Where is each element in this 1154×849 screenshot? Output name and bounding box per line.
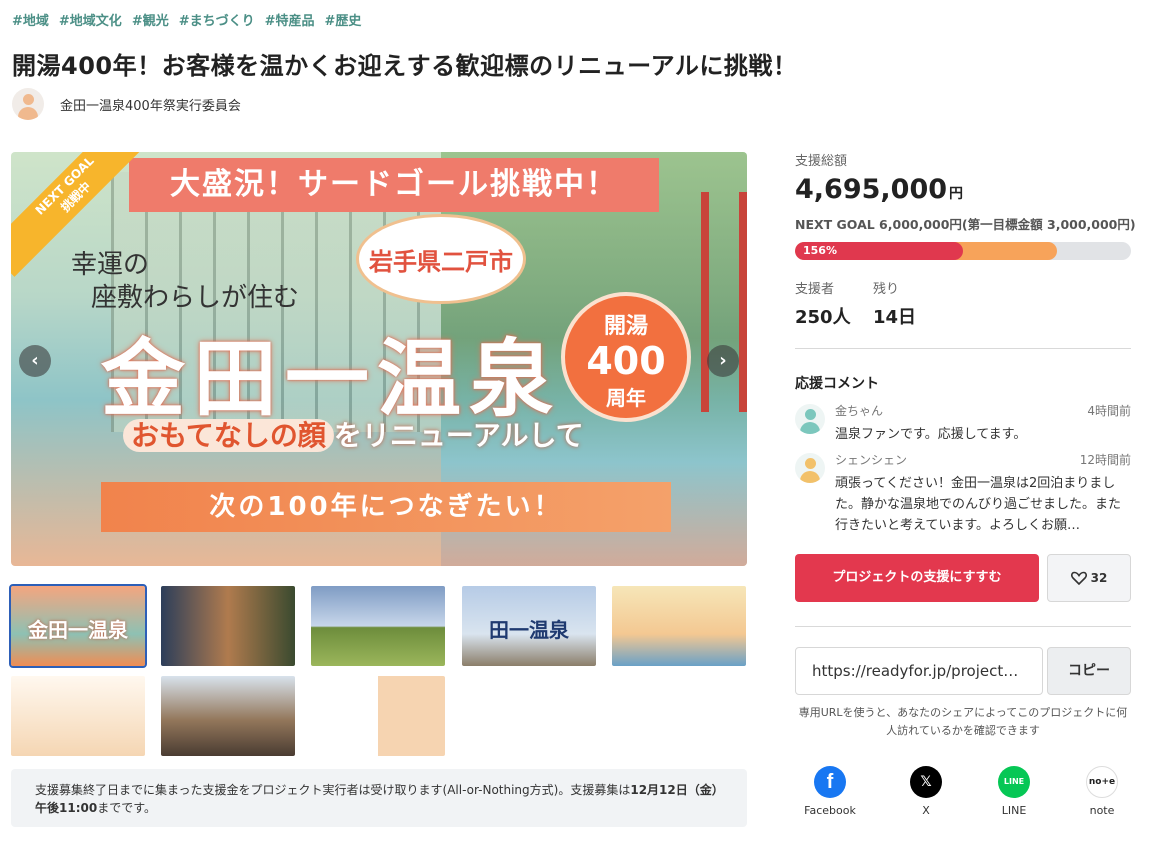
hero-image[interactable]: 大盛況！サードゴール挑戦中！ 幸運の 座敷わらしが住む 岩手県二戸市 金田一温泉… <box>11 152 747 566</box>
hero-subtitle-1: 幸運の <box>71 250 150 280</box>
divider <box>795 348 1131 349</box>
progress-percent: 156% <box>803 244 837 257</box>
hero-anniversary-badge: 開湯 400 周年 <box>561 292 691 422</box>
hero-subtitle-2: 座敷わらしが住む <box>91 283 300 313</box>
tag-link[interactable]: #特産品 <box>265 10 315 29</box>
carousel-prev-icon[interactable]: ‹ <box>19 345 51 377</box>
tag-link[interactable]: #地域文化 <box>59 10 122 29</box>
tag-link[interactable]: #観光 <box>132 10 169 29</box>
x-icon: 𝕏 <box>910 766 942 798</box>
heart-icon <box>1070 571 1087 585</box>
commenter-avatar-icon <box>795 453 825 483</box>
thumbnail-1[interactable]: 金田一温泉 <box>9 584 147 668</box>
project-owner[interactable]: 金田一温泉400年祭実行委員会 <box>12 88 241 120</box>
share-note[interactable]: no+e note <box>1067 766 1137 817</box>
line-icon: LINE <box>998 766 1030 798</box>
total-label: 支援総額 <box>795 154 848 169</box>
commenter-avatar-icon <box>795 404 825 434</box>
thumbnail-4[interactable]: 田一温泉 <box>462 586 596 666</box>
hero-line-3: おもてなしの顔 をリニューアルして <box>123 414 584 454</box>
tag-link[interactable]: #地域 <box>12 10 49 29</box>
hero-banner-bottom: 次の100年につなぎたい！ <box>101 482 671 532</box>
comment-item[interactable]: 金ちゃん 4時間前 温泉ファンです。応援してます。 <box>795 402 1131 446</box>
divider <box>795 626 1131 627</box>
thumbnail-6[interactable] <box>11 676 145 756</box>
thumbnail-3[interactable] <box>311 586 445 666</box>
comments-title: 応援コメント <box>795 376 879 392</box>
share-url-note: 専用URLを使うと、あなたのシェアによってこのプロジェクトに何人訪れているかを確… <box>798 706 1128 737</box>
hero-banner-top: 大盛況！サードゴール挑戦中！ <box>129 158 659 212</box>
thumbnail-7[interactable] <box>161 676 295 756</box>
funding-sidebar: 支援総額 4,695,000 円 NEXT GOAL 6,000,000円(第一目… <box>795 150 1136 817</box>
note-icon: no+e <box>1086 766 1118 798</box>
next-goal-text: NEXT GOAL 6,000,000円(第一目標金額 3,000,000円) <box>795 217 1136 232</box>
commenter-name: 金ちゃん <box>835 404 884 418</box>
support-project-button[interactable]: プロジェクトの支援にすすむ <box>795 554 1039 602</box>
torii-graphic <box>701 192 747 412</box>
share-facebook[interactable]: f Facebook <box>795 766 865 817</box>
comment-text: 温泉ファンです。応援してます。 <box>835 427 1027 442</box>
comment-item[interactable]: シェンシェン 12時間前 頑張ってください！金田一温泉は2回泊まりました。静かな… <box>795 451 1131 533</box>
comment-time: 4時間前 <box>1087 404 1131 418</box>
tag-link[interactable]: #まちづくり <box>179 10 255 29</box>
hero-location-bubble: 岩手県二戸市 <box>356 214 526 304</box>
funding-notice: 支援募集終了日までに集まった支援金をプロジェクト実行者は受け取ります(All-o… <box>11 769 747 827</box>
progress-bar: 156% <box>795 242 1131 260</box>
tag-list: #地域 #地域文化 #観光 #まちづくり #特産品 #歴史 <box>12 10 361 29</box>
thumbnail-2[interactable] <box>161 586 295 666</box>
comment-time: 12時間前 <box>1079 453 1131 467</box>
comment-text: 頑張ってください！金田一温泉は2回泊まりました。静かな温泉地でのんびり過ごせまし… <box>835 476 1122 533</box>
favorite-count: 32 <box>1090 571 1108 585</box>
supporters-stat: 支援者 250人 <box>795 282 851 328</box>
remaining-stat: 残り 14日 <box>873 282 917 328</box>
owner-name[interactable]: 金田一温泉400年祭実行委員会 <box>60 95 241 114</box>
favorite-button[interactable]: 32 <box>1047 554 1131 602</box>
thumbnail-5[interactable] <box>612 586 746 666</box>
owner-avatar-icon <box>12 88 44 120</box>
commenter-name: シェンシェン <box>835 453 908 467</box>
share-url-field[interactable]: https://readyfor.jp/projects/kintaichi40… <box>795 647 1043 695</box>
project-title: 開湯400年！お客様を温かくお迎えする歓迎標のリニューアルに挑戦！ <box>12 52 798 80</box>
carousel-next-icon[interactable]: › <box>707 345 739 377</box>
total-amount: 4,695,000 円 <box>795 174 964 205</box>
facebook-icon: f <box>814 766 846 798</box>
share-line[interactable]: LINE LINE <box>979 766 1049 817</box>
share-x[interactable]: 𝕏 X <box>891 766 961 817</box>
tag-link[interactable]: #歴史 <box>325 10 362 29</box>
thumbnail-8[interactable] <box>311 676 445 756</box>
copy-url-button[interactable]: コピー <box>1047 647 1131 695</box>
